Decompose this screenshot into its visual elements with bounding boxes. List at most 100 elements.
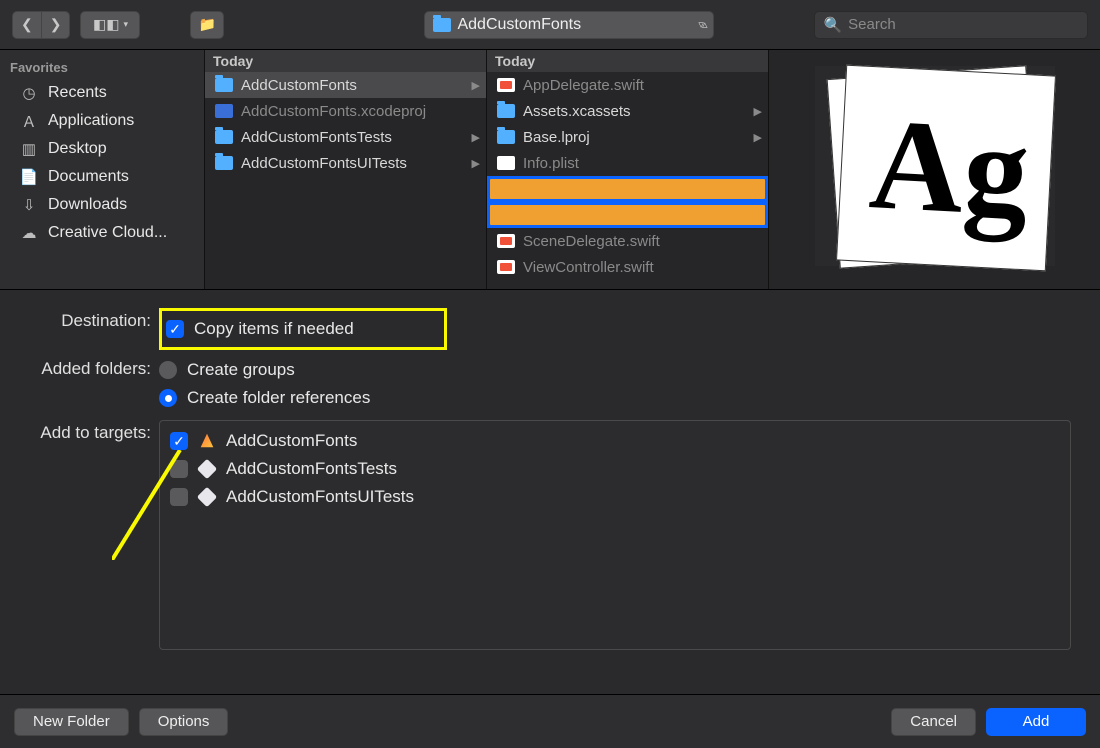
checkbox-icon (170, 488, 188, 506)
button-label: Options (158, 713, 210, 730)
sidebar-item-recents[interactable]: ◷ Recents (0, 79, 204, 107)
column-1: Today AddCustomFonts▶ AddCustomFonts.xcod… (205, 50, 487, 289)
test-target-icon (197, 459, 217, 479)
footer: New Folder Options Cancel Add (0, 694, 1100, 748)
sidebar-item-label: Creative Cloud... (48, 224, 167, 242)
preview-pane: Ag (769, 50, 1100, 289)
file-label: AddCustomFontsTests (241, 129, 392, 146)
file-row[interactable]: open_sans_semibold.ttf (487, 202, 768, 228)
back-button[interactable]: ❮ (12, 11, 41, 39)
target-row[interactable]: ✓AddCustomFonts (170, 427, 1060, 455)
search-placeholder: Search (848, 16, 896, 33)
sidebar-item-desktop[interactable]: ▥ Desktop (0, 135, 204, 163)
forward-button[interactable]: ❯ (41, 11, 71, 39)
ttf-icon (497, 208, 515, 222)
sidebar-item-downloads[interactable]: ⇩ Downloads (0, 191, 204, 219)
file-row[interactable]: Assets.xcassets▶ (487, 98, 768, 124)
folder-icon (215, 156, 233, 170)
sidebar-item-label: Downloads (48, 196, 127, 214)
file-label: AddCustomFonts.xcodeproj (241, 103, 426, 120)
test-target-icon (197, 487, 217, 507)
radio-icon (159, 389, 177, 407)
plist-icon (497, 156, 515, 170)
search-field[interactable]: 🔍 Search (814, 11, 1088, 39)
button-label: New Folder (33, 713, 110, 730)
path-title: AddCustomFonts (457, 16, 581, 34)
path-control[interactable]: AddCustomFonts ▿▵ (424, 11, 714, 39)
sidebar-item-applications[interactable]: Ａ Applications (0, 107, 204, 135)
proj-icon (215, 104, 233, 118)
sidebar-item-label: Desktop (48, 140, 107, 158)
file-row[interactable]: AppDelegate.swift (487, 72, 768, 98)
sidebar: Favorites ◷ Recents Ａ Applications ▥ Des… (0, 50, 205, 289)
sidebar-item-label: Recents (48, 84, 107, 102)
ttf-icon (497, 182, 515, 196)
folder-icon (497, 130, 515, 144)
target-label: AddCustomFontsTests (226, 459, 397, 479)
file-browser: Favorites ◷ Recents Ａ Applications ▥ Des… (0, 50, 1100, 290)
file-label: Info.plist (523, 155, 579, 172)
copy-items-checkbox[interactable]: ✓ Copy items if needed (166, 315, 354, 343)
sidebar-item-label: Applications (48, 112, 134, 130)
chevron-right-icon: ▶ (754, 131, 762, 144)
target-label: AddCustomFontsUITests (226, 487, 414, 507)
chevron-right-icon: ▶ (472, 157, 480, 170)
target-row[interactable]: AddCustomFontsTests (170, 455, 1060, 483)
checkbox-icon: ✓ (170, 432, 188, 450)
new-folder-button[interactable]: New Folder (14, 708, 129, 736)
nav-group: ❮ ❯ (12, 11, 70, 39)
file-label: Base.lproj (523, 129, 590, 146)
document-icon: 📄 (20, 170, 38, 184)
font-preview: Ag (815, 66, 1055, 266)
file-row[interactable]: open_sans_bold.ttf (487, 176, 768, 202)
checkbox-icon: ✓ (166, 320, 184, 338)
file-row[interactable]: AddCustomFontsUITests ▶ (205, 150, 486, 176)
added-folders-label: Added folders: (24, 356, 159, 379)
file-row[interactable]: Info.plist (487, 150, 768, 176)
file-label: SceneDelegate.swift (523, 233, 660, 250)
file-label: AddCustomFontsUITests (241, 155, 407, 172)
view-mode-button[interactable]: ◧◧ ▾ (80, 11, 140, 39)
chevron-right-icon: ▶ (472, 131, 480, 144)
button-label: Cancel (910, 713, 957, 730)
sidebar-item-creative-cloud[interactable]: ☁ Creative Cloud... (0, 219, 204, 247)
file-row[interactable]: AddCustomFontsTests ▶ (205, 124, 486, 150)
folder-icon (433, 18, 451, 32)
new-folder-toolbar-button[interactable]: 📁 (190, 11, 224, 39)
create-groups-radio[interactable]: Create groups (159, 356, 1076, 384)
columns-icon: ◧◧ (93, 16, 119, 33)
clock-icon: ◷ (20, 86, 38, 100)
file-row[interactable]: Base.lproj ▶ (487, 124, 768, 150)
chevron-left-icon: ❮ (21, 16, 33, 33)
updown-icon: ▿▵ (698, 18, 705, 31)
column-header: Today (205, 50, 486, 72)
file-row[interactable]: AddCustomFonts▶ (205, 72, 486, 98)
sidebar-header: Favorites (0, 56, 204, 79)
download-icon: ⇩ (20, 198, 38, 212)
sidebar-item-label: Documents (48, 168, 129, 186)
swift-icon (497, 260, 515, 274)
chevron-right-icon: ▶ (472, 79, 480, 92)
targets-list: ✓AddCustomFonts AddCustomFontsTests AddCus… (159, 420, 1071, 650)
sidebar-item-documents[interactable]: 📄 Documents (0, 163, 204, 191)
folder-icon (497, 104, 515, 118)
file-label: ViewController.swift (523, 259, 654, 276)
add-button[interactable]: Add (986, 708, 1086, 736)
cancel-button[interactable]: Cancel (891, 708, 976, 736)
file-row[interactable]: SceneDelegate.swift (487, 228, 768, 254)
app-target-icon (198, 432, 216, 450)
file-row[interactable]: AddCustomFonts.xcodeproj (205, 98, 486, 124)
folder-icon (215, 130, 233, 144)
button-label: Add (1023, 713, 1050, 730)
destination-label: Destination: (24, 308, 159, 331)
add-targets-label: Add to targets: (24, 420, 159, 443)
column-2: Today AppDelegate.swiftAssets.xcassets▶B… (487, 50, 769, 289)
options-button[interactable]: Options (139, 708, 229, 736)
file-label: Assets.xcassets (523, 103, 631, 120)
target-row[interactable]: AddCustomFontsUITests (170, 483, 1060, 511)
create-folder-refs-radio[interactable]: Create folder references (159, 384, 1076, 412)
file-row[interactable]: ViewController.swift (487, 254, 768, 280)
chevron-right-icon: ❯ (50, 16, 62, 33)
swift-icon (497, 78, 515, 92)
page-front-icon: Ag (836, 65, 1056, 272)
